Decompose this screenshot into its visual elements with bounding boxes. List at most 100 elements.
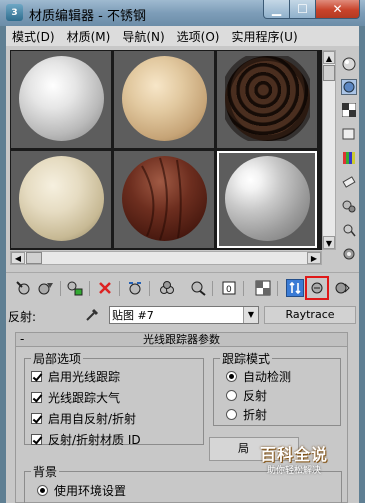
scroll-up-icon[interactable]: ▲: [323, 51, 335, 64]
toolbar-separator: [149, 281, 150, 296]
auto-detect-radio[interactable]: 自动检测: [226, 368, 291, 385]
rollout-header[interactable]: - 光线跟踪器参数: [16, 332, 347, 347]
assign-to-selection-icon[interactable]: [66, 279, 84, 297]
make-copy-icon[interactable]: [126, 279, 144, 297]
go-forward-sibling-icon[interactable]: [333, 279, 351, 297]
toolbar-separator: [89, 281, 90, 296]
radio-dot[interactable]: [37, 485, 48, 496]
radio-dot[interactable]: [226, 409, 237, 420]
backlight-icon[interactable]: [341, 79, 357, 95]
checkbox-box[interactable]: [31, 434, 42, 445]
refract-radio[interactable]: 折射: [226, 406, 267, 423]
eyedropper-icon[interactable]: [84, 307, 100, 323]
rollout-title: 光线跟踪器参数: [143, 333, 220, 346]
sample-slot-3[interactable]: [217, 51, 317, 148]
enable-raytrace-checkbox[interactable]: 启用光线跟踪: [31, 368, 120, 385]
map-name-value: 贴图 #7: [112, 309, 154, 322]
show-end-result-icon[interactable]: [286, 279, 304, 297]
minimize-button[interactable]: ▁: [263, 0, 290, 19]
reflect-radio[interactable]: 反射: [226, 387, 267, 404]
slots-horizontal-scrollbar[interactable]: ◀ ▶: [10, 251, 322, 265]
material-navigator-icon[interactable]: [341, 246, 357, 262]
scroll-left-icon[interactable]: ◀: [11, 252, 25, 264]
material-sphere-dark-pattern: [225, 56, 310, 141]
close-button[interactable]: ✕: [315, 0, 360, 19]
radio-dot[interactable]: [226, 371, 237, 382]
maximize-button[interactable]: ☐: [289, 0, 316, 19]
menu-options[interactable]: 选项(O): [171, 28, 226, 45]
make-preview-icon[interactable]: [341, 174, 357, 190]
trace-mode-title: 跟踪模式: [220, 350, 273, 367]
radio-dot[interactable]: [226, 390, 237, 401]
material-sphere-stainless-steel: [225, 156, 310, 241]
scroll-thumb-horizontal[interactable]: [26, 252, 42, 264]
material-sphere-light-wood: [122, 56, 207, 141]
sample-slot-1[interactable]: [11, 51, 111, 148]
sample-slot-2[interactable]: [114, 51, 214, 148]
checkbox-box[interactable]: [31, 371, 42, 382]
reflect-label: 反射:: [8, 310, 37, 324]
material-sphere-dark-wood: [122, 156, 207, 241]
material-sphere-cream: [19, 156, 104, 241]
scroll-down-icon[interactable]: ▼: [323, 236, 335, 249]
title-bar[interactable]: 3 材质编辑器 - 不锈钢 ▁ ☐ ✕: [0, 0, 365, 26]
raytrace-atmosphere-checkbox[interactable]: 光线跟踪大气: [31, 389, 120, 406]
toolbar-separator: [243, 281, 244, 296]
radio-label: 反射: [243, 389, 268, 403]
menu-navigation[interactable]: 导航(N): [116, 28, 170, 45]
trace-mode-group: 跟踪模式 自动检测 反射 折射: [213, 350, 341, 426]
background-title: 背景: [31, 463, 60, 480]
options-icon[interactable]: [341, 198, 357, 214]
menu-mode[interactable]: 模式(D): [6, 28, 61, 45]
sample-uv-icon[interactable]: [341, 126, 357, 142]
app-icon: 3: [6, 4, 23, 21]
use-environment-radio[interactable]: 使用环境设置: [37, 482, 126, 499]
menu-material[interactable]: 材质(M): [61, 28, 117, 45]
radio-label: 使用环境设置: [54, 484, 127, 498]
watermark-logo: 百科全说 助你轻松解决: [250, 441, 338, 479]
sample-slot-5[interactable]: [114, 151, 214, 248]
material-editor-body: ▲ ▼ ◀ ▶ 0 反射: 贴图 #7 ▼ Raytrace - 光线跟踪器参数…: [6, 46, 359, 503]
go-to-parent-icon[interactable]: [305, 276, 329, 300]
radio-label: 折射: [243, 408, 268, 422]
sample-type-icon[interactable]: [341, 56, 357, 72]
checkbox-box[interactable]: [31, 413, 42, 424]
map-type-button[interactable]: Raytrace: [264, 306, 356, 324]
wood-grain-overlay: [141, 157, 182, 241]
local-options-group: 局部选项 启用光线跟踪 光线跟踪大气 启用自反射/折射 反射/折射材质 ID: [24, 350, 204, 448]
menu-bar: 模式(D) 材质(M) 导航(N) 选项(O) 实用程序(U): [6, 26, 359, 46]
map-name-dropdown[interactable]: 贴图 #7 ▼: [109, 306, 259, 324]
menu-utilities[interactable]: 实用程序(U): [225, 28, 303, 45]
reset-map-icon[interactable]: [96, 279, 114, 297]
slots-vertical-scrollbar[interactable]: ▲ ▼: [322, 50, 336, 250]
toolbar-separator: [119, 281, 120, 296]
sample-slot-4[interactable]: [11, 151, 111, 248]
scroll-right-icon[interactable]: ▶: [307, 252, 321, 264]
pattern-overlay: [225, 56, 310, 141]
material-id-checkbox[interactable]: 反射/折射材质 ID: [31, 431, 141, 448]
put-to-scene-icon[interactable]: [37, 279, 55, 297]
self-reflect-refract-checkbox[interactable]: 启用自反射/折射: [31, 410, 136, 427]
watermark-subtitle: 助你轻松解决: [266, 466, 321, 476]
make-unique-icon[interactable]: [158, 279, 176, 297]
checkbox-label: 启用光线跟踪: [48, 370, 121, 384]
show-in-viewport-icon[interactable]: [254, 279, 272, 297]
scroll-thumb[interactable]: [323, 65, 335, 81]
svg-text:0: 0: [226, 285, 232, 295]
checkbox-box[interactable]: [31, 392, 42, 403]
checkbox-label: 反射/折射材质 ID: [48, 433, 141, 447]
sample-slot-6-stainless-steel[interactable]: [217, 151, 317, 248]
material-effects-channel-icon[interactable]: 0: [220, 279, 238, 297]
background-checker-icon[interactable]: [341, 102, 357, 118]
window-title: 材质编辑器 - 不锈钢: [29, 9, 146, 24]
toolbar-separator: [60, 281, 61, 296]
put-to-library-icon[interactable]: [189, 279, 207, 297]
chevron-down-icon[interactable]: ▼: [243, 307, 258, 323]
select-by-material-icon[interactable]: [341, 222, 357, 238]
watermark-title: 百科全说: [259, 445, 328, 464]
video-color-check-icon[interactable]: [341, 150, 357, 166]
sample-slots-panel: [10, 50, 322, 250]
get-material-icon[interactable]: [14, 279, 32, 297]
toolbar-separator: [277, 281, 278, 296]
toolbar-separator: [212, 281, 213, 296]
